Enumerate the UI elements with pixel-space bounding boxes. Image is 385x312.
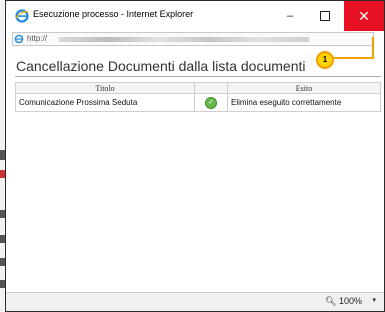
zoom-level: 100% <box>338 296 362 306</box>
callout-line <box>372 37 374 59</box>
cell-esito: Elimina eseguito correttamente <box>227 93 381 112</box>
maximize-icon <box>320 11 330 22</box>
minimize-button[interactable]: – <box>271 1 309 31</box>
address-blurred <box>59 37 309 42</box>
page-title: Cancellazione Documenti dalla lista docu… <box>16 58 306 74</box>
address-bar[interactable]: http:// <box>12 32 374 46</box>
title-bar[interactable]: Esecuzione processo - Internet Explorer … <box>6 1 384 31</box>
internet-explorer-icon <box>15 9 29 23</box>
cell-status: ✓ <box>194 93 228 112</box>
zoom-icon: 🔍︎ <box>325 296 337 306</box>
callout-marker: 1 <box>316 51 334 69</box>
window-title: Esecuzione processo - Internet Explorer <box>33 9 194 19</box>
address-url: http:// <box>27 34 48 43</box>
table-header-row: Titolo Esito <box>15 82 381 94</box>
column-header-titolo: Titolo <box>15 82 195 94</box>
close-button[interactable]: ✕ <box>344 1 384 31</box>
maximize-button[interactable] <box>306 1 344 31</box>
ok-icon: ✓ <box>205 96 217 109</box>
results-table: Titolo Esito Comunicazione Prossima Sedu… <box>15 82 381 112</box>
page-icon <box>14 34 24 44</box>
title-divider <box>15 76 381 77</box>
zoom-dropdown-icon[interactable]: ▾ <box>372 296 376 304</box>
zoom-control[interactable]: 🔍︎ 100% <box>325 296 362 307</box>
ie-popup-window: Esecuzione processo - Internet Explorer … <box>5 0 385 312</box>
table-row: Comunicazione Prossima Seduta ✓ Elimina … <box>15 93 381 112</box>
status-bar: 🔍︎ 100% ▾ <box>6 292 384 311</box>
column-header-esito: Esito <box>227 82 381 94</box>
cell-titolo: Comunicazione Prossima Seduta <box>15 93 195 112</box>
callout-line <box>328 57 373 59</box>
column-header-spacer <box>194 82 228 94</box>
